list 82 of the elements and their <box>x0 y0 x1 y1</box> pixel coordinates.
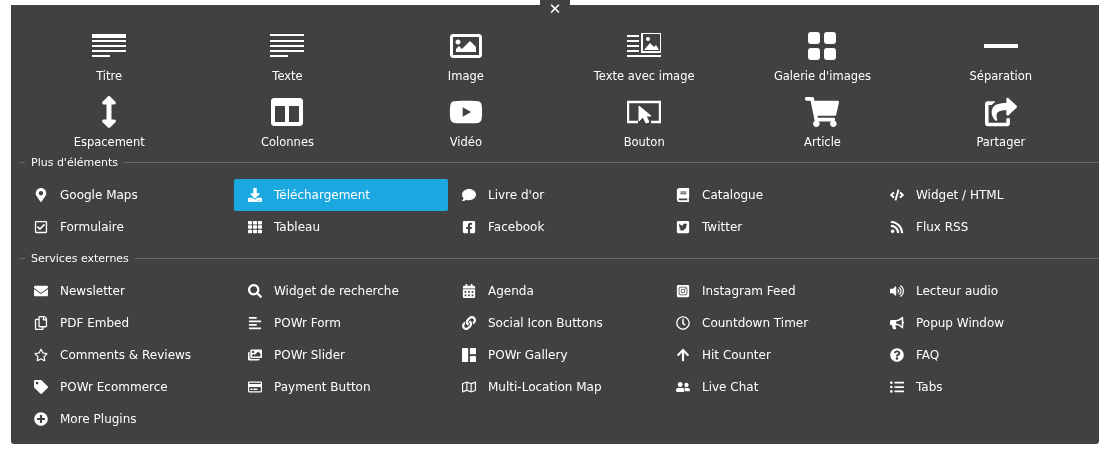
element-tile[interactable]: Article <box>733 89 912 155</box>
code-icon <box>889 188 904 202</box>
plugin-item[interactable]: Livre d'or <box>448 179 662 211</box>
megaphone-icon <box>889 316 904 330</box>
plugin-item[interactable]: Facebook <box>448 211 662 243</box>
speaker-icon <box>889 284 904 298</box>
list-icon <box>889 380 904 394</box>
plugin-item[interactable]: Instagram Feed <box>662 275 876 307</box>
star-icon <box>33 348 48 362</box>
plugin-item[interactable]: Flux RSS <box>876 211 1090 243</box>
clock-icon <box>675 316 690 330</box>
tag-icon <box>33 380 48 394</box>
share-icon <box>984 96 1017 128</box>
facebook-icon <box>461 220 476 234</box>
question-icon <box>889 348 904 362</box>
rss-icon <box>889 220 904 234</box>
checkbox-icon <box>33 220 48 234</box>
plugin-item[interactable]: PDF Embed <box>20 307 234 339</box>
heading-lines-icon <box>92 34 127 58</box>
plugin-item[interactable]: Social Icon Buttons <box>448 307 662 339</box>
plugin-item[interactable]: Multi-Location Map <box>448 371 662 403</box>
button-pointer-icon <box>627 100 662 124</box>
section-title: Services externes <box>31 252 129 265</box>
plugin-item[interactable]: Google Maps <box>20 179 234 211</box>
plugin-item[interactable]: Comments & Reviews <box>20 339 234 371</box>
text-lines-icon <box>270 34 305 58</box>
plugin-item[interactable]: Twitter <box>662 211 876 243</box>
plugin-item[interactable]: Lecteur audio <box>876 275 1090 307</box>
element-tile[interactable]: Séparation <box>911 23 1090 89</box>
plugin-item[interactable]: FAQ <box>876 339 1090 371</box>
form-bars-icon <box>247 316 262 330</box>
images-icon <box>247 348 262 362</box>
element-tile[interactable]: Texte avec image <box>555 23 734 89</box>
plugin-item[interactable]: Tableau <box>234 211 448 243</box>
plugin-item[interactable]: More Plugins <box>20 403 234 435</box>
element-tile[interactable]: Texte <box>198 23 377 89</box>
plugin-item[interactable]: Widget / HTML <box>876 179 1090 211</box>
users-icon <box>675 380 690 394</box>
link-icon <box>461 316 476 330</box>
plugin-item[interactable]: POWr Ecommerce <box>20 371 234 403</box>
documents-icon <box>33 316 48 330</box>
plugin-item[interactable]: POWr Form <box>234 307 448 339</box>
tiles-icon <box>461 348 476 362</box>
element-tile[interactable]: Vidéo <box>376 89 555 155</box>
plugin-item[interactable]: POWr Slider <box>234 339 448 371</box>
element-tile[interactable]: Titre <box>20 23 199 89</box>
download-icon <box>247 188 262 202</box>
map-icon <box>461 380 476 394</box>
table-icon <box>247 220 262 234</box>
plugin-item[interactable]: Hit Counter <box>662 339 876 371</box>
plugin-item[interactable]: Live Chat <box>662 371 876 403</box>
element-tile[interactable]: Colonnes <box>198 89 377 155</box>
book-icon <box>675 188 690 202</box>
cart-icon <box>805 95 840 129</box>
plugin-item[interactable]: POWr Gallery <box>448 339 662 371</box>
instagram-icon <box>675 284 690 298</box>
plugin-item[interactable]: Agenda <box>448 275 662 307</box>
twitter-icon <box>675 220 690 234</box>
calendar-icon <box>461 284 476 298</box>
map-pin-icon <box>33 188 48 202</box>
plugin-item[interactable]: Catalogue <box>662 179 876 211</box>
plugin-item[interactable]: Newsletter <box>20 275 234 307</box>
element-tile[interactable]: Partager <box>911 89 1090 155</box>
plugin-item[interactable]: Payment Button <box>234 371 448 403</box>
plugin-item[interactable]: Tabs <box>876 371 1090 403</box>
plugin-item[interactable]: Widget de recherche <box>234 275 448 307</box>
speech-bubble-icon <box>461 188 476 202</box>
grid-icon <box>806 30 839 62</box>
element-tile[interactable]: Image <box>376 23 555 89</box>
plugin-item[interactable]: Formulaire <box>20 211 234 243</box>
search-icon <box>247 284 262 298</box>
plugin-item[interactable]: Popup Window <box>876 307 1090 339</box>
envelope-icon <box>33 284 48 298</box>
text-with-image-icon <box>627 33 662 59</box>
element-tile[interactable]: Espacement <box>20 89 199 155</box>
arrow-up-icon <box>675 348 690 362</box>
plugin-item[interactable]: Countdown Timer <box>662 307 876 339</box>
element-tile[interactable]: Bouton <box>555 89 734 155</box>
element-tile[interactable]: Galerie d'images <box>733 23 912 89</box>
section-title: Plus d'éléments <box>31 156 118 169</box>
columns-icon <box>271 96 304 128</box>
card-icon <box>247 380 262 394</box>
